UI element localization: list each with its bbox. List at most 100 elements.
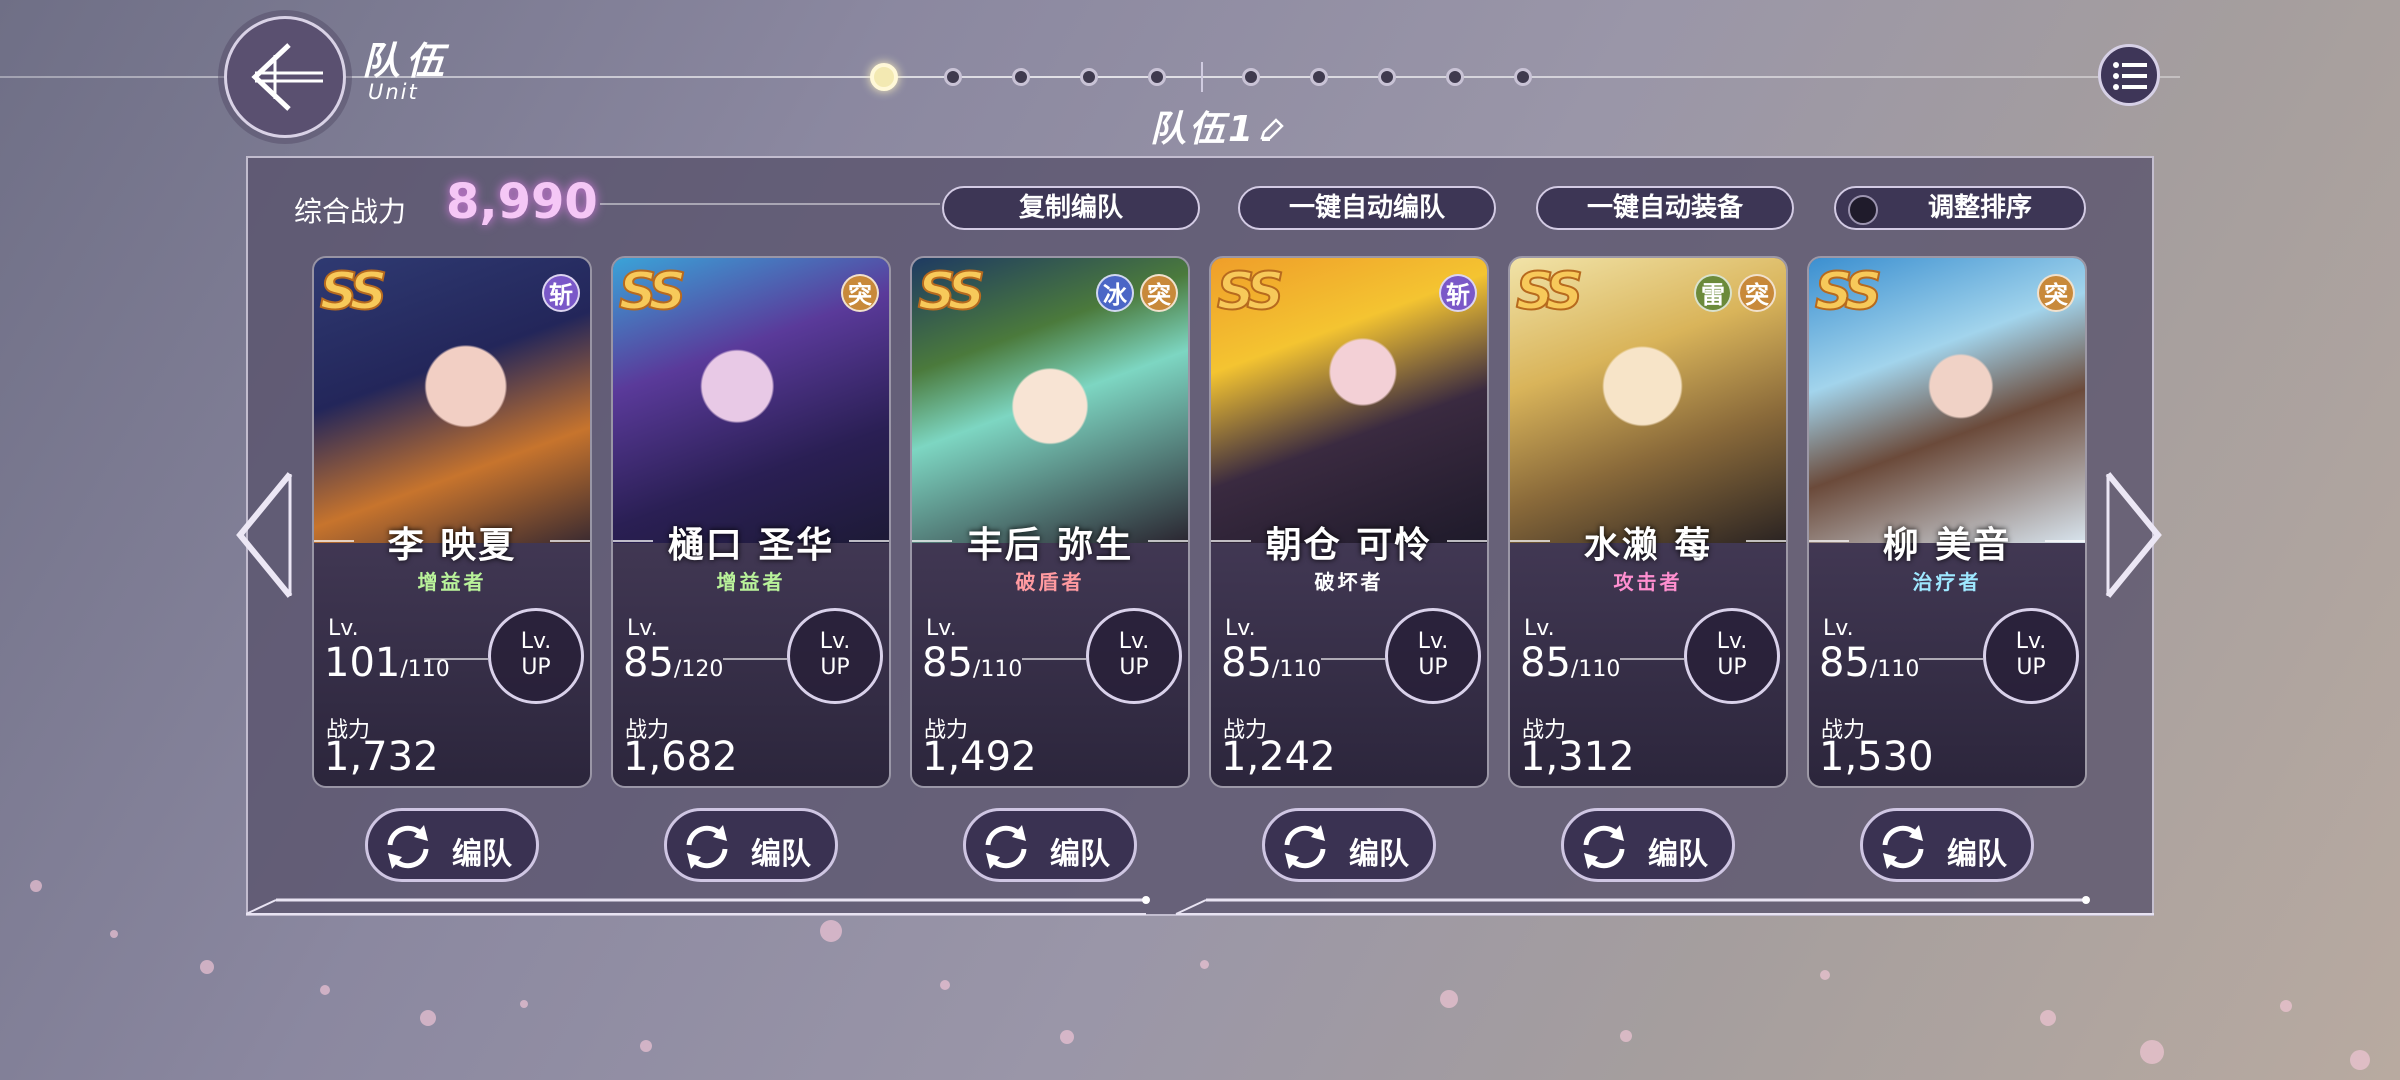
attribute-tag: 突 xyxy=(1738,274,1776,312)
rarity-badge: SS xyxy=(1814,262,1883,322)
edit-team-label: 编队 xyxy=(751,837,811,872)
edit-team-button[interactable]: 编队 xyxy=(1561,808,1735,882)
character-role: 增益者 xyxy=(716,570,786,594)
power-value: 1,682 xyxy=(623,734,738,780)
swap-icon xyxy=(686,825,728,869)
level-up-button[interactable]: Lv. UP xyxy=(1086,608,1182,704)
level-up-label-top: Lv. xyxy=(2015,629,2047,654)
level-current: 101 xyxy=(324,640,401,686)
attribute-tag: 突 xyxy=(1140,274,1178,312)
level-current: 85 xyxy=(1819,640,1870,686)
rarity-badge: SS xyxy=(1216,262,1285,322)
page-title: 队伍 xyxy=(362,39,451,83)
character-card[interactable]: SS 突柳 美音 治疗者 Lv. 85/110 Lv. UP 战力 1,530 xyxy=(1807,256,2087,788)
page-dot-9[interactable] xyxy=(1446,68,1464,86)
edit-team-button[interactable]: 编队 xyxy=(365,808,539,882)
rarity-badge: SS xyxy=(319,262,388,322)
page-dot-5[interactable] xyxy=(1148,68,1166,86)
team-name[interactable]: 队伍1 xyxy=(1150,100,1256,152)
character-role: 增益者 xyxy=(417,570,487,594)
attribute-tag: 斩 xyxy=(542,274,580,312)
page-dot-8[interactable] xyxy=(1378,68,1396,86)
level-current: 85 xyxy=(1221,640,1272,686)
level-label: Lv. xyxy=(1524,616,1555,641)
level-divider xyxy=(723,658,787,660)
level-value: 101/110 xyxy=(324,640,450,686)
rarity-badge: SS xyxy=(917,262,986,322)
level-up-label-top: Lv. xyxy=(1118,629,1150,654)
attribute-tag: 突 xyxy=(2037,274,2075,312)
level-value: 85/120 xyxy=(623,640,723,686)
edit-team-button[interactable]: 编队 xyxy=(1860,808,2034,882)
page-divider xyxy=(1201,62,1203,92)
power-value: 1,492 xyxy=(922,734,1037,780)
edit-team-label: 编队 xyxy=(1947,837,2007,872)
character-card[interactable]: SS 雷突水濑 莓攻击者 Lv. 85/110 Lv. UP 战力 1,312 xyxy=(1508,256,1788,788)
auto-form-button[interactable]: 一键自动编队 xyxy=(1238,186,1496,230)
sort-label: 调整排序 xyxy=(1927,193,2032,223)
character-card[interactable]: SS 斩李 映夏 增益者 Lv. 101/110 Lv. UP 战力 1,732 xyxy=(312,256,592,788)
next-arrow-icon[interactable] xyxy=(2104,470,2164,600)
level-value: 85/110 xyxy=(922,640,1022,686)
menu-button[interactable] xyxy=(2098,44,2160,106)
edit-team-button[interactable]: 编队 xyxy=(963,808,1137,882)
edit-team-label: 编队 xyxy=(1050,837,1110,872)
level-max: /110 xyxy=(972,657,1023,682)
page-dot-1[interactable] xyxy=(870,63,898,91)
page-dot-3[interactable] xyxy=(1012,68,1030,86)
edit-team-button[interactable]: 编队 xyxy=(664,808,838,882)
auto-equip-button[interactable]: 一键自动装备 xyxy=(1536,186,1794,230)
level-up-button[interactable]: Lv. UP xyxy=(1684,608,1780,704)
character-role: 破坏者 xyxy=(1314,570,1384,594)
sort-toggle-button[interactable]: 调整排序 xyxy=(1834,186,2086,230)
level-value: 85/110 xyxy=(1819,640,1919,686)
power-value: 1,312 xyxy=(1520,734,1635,780)
back-arrow-icon xyxy=(251,43,323,111)
level-current: 85 xyxy=(922,640,973,686)
page-dot-6[interactable] xyxy=(1242,68,1260,86)
level-current: 85 xyxy=(623,640,674,686)
level-up-label-top: Lv. xyxy=(1417,629,1449,654)
character-name: 丰后 弥生 xyxy=(966,525,1134,566)
level-up-button[interactable]: Lv. UP xyxy=(1983,608,2079,704)
prev-arrow-icon[interactable] xyxy=(234,470,294,600)
level-up-label-bottom: UP xyxy=(521,655,551,680)
level-up-label-bottom: UP xyxy=(1418,655,1448,680)
character-name: 朝仓 可怜 xyxy=(1265,525,1433,566)
level-label: Lv. xyxy=(926,616,957,641)
level-up-button[interactable]: Lv. UP xyxy=(787,608,883,704)
character-card[interactable]: SS 冰突丰后 弥生 破盾者 Lv. 85/110 Lv. UP 战力 1,492 xyxy=(910,256,1190,788)
page-subtitle: Unit xyxy=(368,80,419,104)
character-name: 李 映夏 xyxy=(387,525,517,566)
panel-bottom-decoration xyxy=(246,896,2154,915)
level-up-button[interactable]: Lv. UP xyxy=(488,608,584,704)
level-up-button[interactable]: Lv. UP xyxy=(1385,608,1481,704)
character-card[interactable]: SS 突樋口 圣华 增益者 Lv. 85/120 Lv. UP 战力 1,682 xyxy=(611,256,891,788)
copy-team-button[interactable]: 复制编队 xyxy=(942,186,1200,230)
attribute-tag: 冰 xyxy=(1096,274,1134,312)
swap-icon xyxy=(1882,825,1924,869)
character-card[interactable]: SS 斩朝仓 可怜 破坏者 Lv. 85/110 Lv. UP 战力 1,242 xyxy=(1209,256,1489,788)
edit-team-label: 编队 xyxy=(1648,837,1708,872)
attribute-tag: 突 xyxy=(841,274,879,312)
page-dot-4[interactable] xyxy=(1080,68,1098,86)
level-label: Lv. xyxy=(1225,616,1256,641)
character-role: 攻击者 xyxy=(1613,570,1683,594)
edit-team-label: 编队 xyxy=(452,837,512,872)
edit-team-button[interactable]: 编队 xyxy=(1262,808,1436,882)
level-up-label-bottom: UP xyxy=(1119,655,1149,680)
total-power-value: 8,990 xyxy=(446,174,598,230)
list-menu-icon xyxy=(2113,62,2147,90)
page-dot-7[interactable] xyxy=(1310,68,1328,86)
level-label: Lv. xyxy=(328,616,359,641)
sort-toggle-icon xyxy=(1848,195,1878,225)
attribute-tag: 斩 xyxy=(1439,274,1477,312)
page-dot-2[interactable] xyxy=(944,68,962,86)
level-current: 85 xyxy=(1520,640,1571,686)
edit-pencil-icon[interactable] xyxy=(1258,116,1286,144)
power-divider xyxy=(600,203,940,205)
attribute-tag: 雷 xyxy=(1694,274,1732,312)
back-button[interactable] xyxy=(224,16,346,138)
page-dot-10[interactable] xyxy=(1514,68,1532,86)
level-value: 85/110 xyxy=(1221,640,1321,686)
